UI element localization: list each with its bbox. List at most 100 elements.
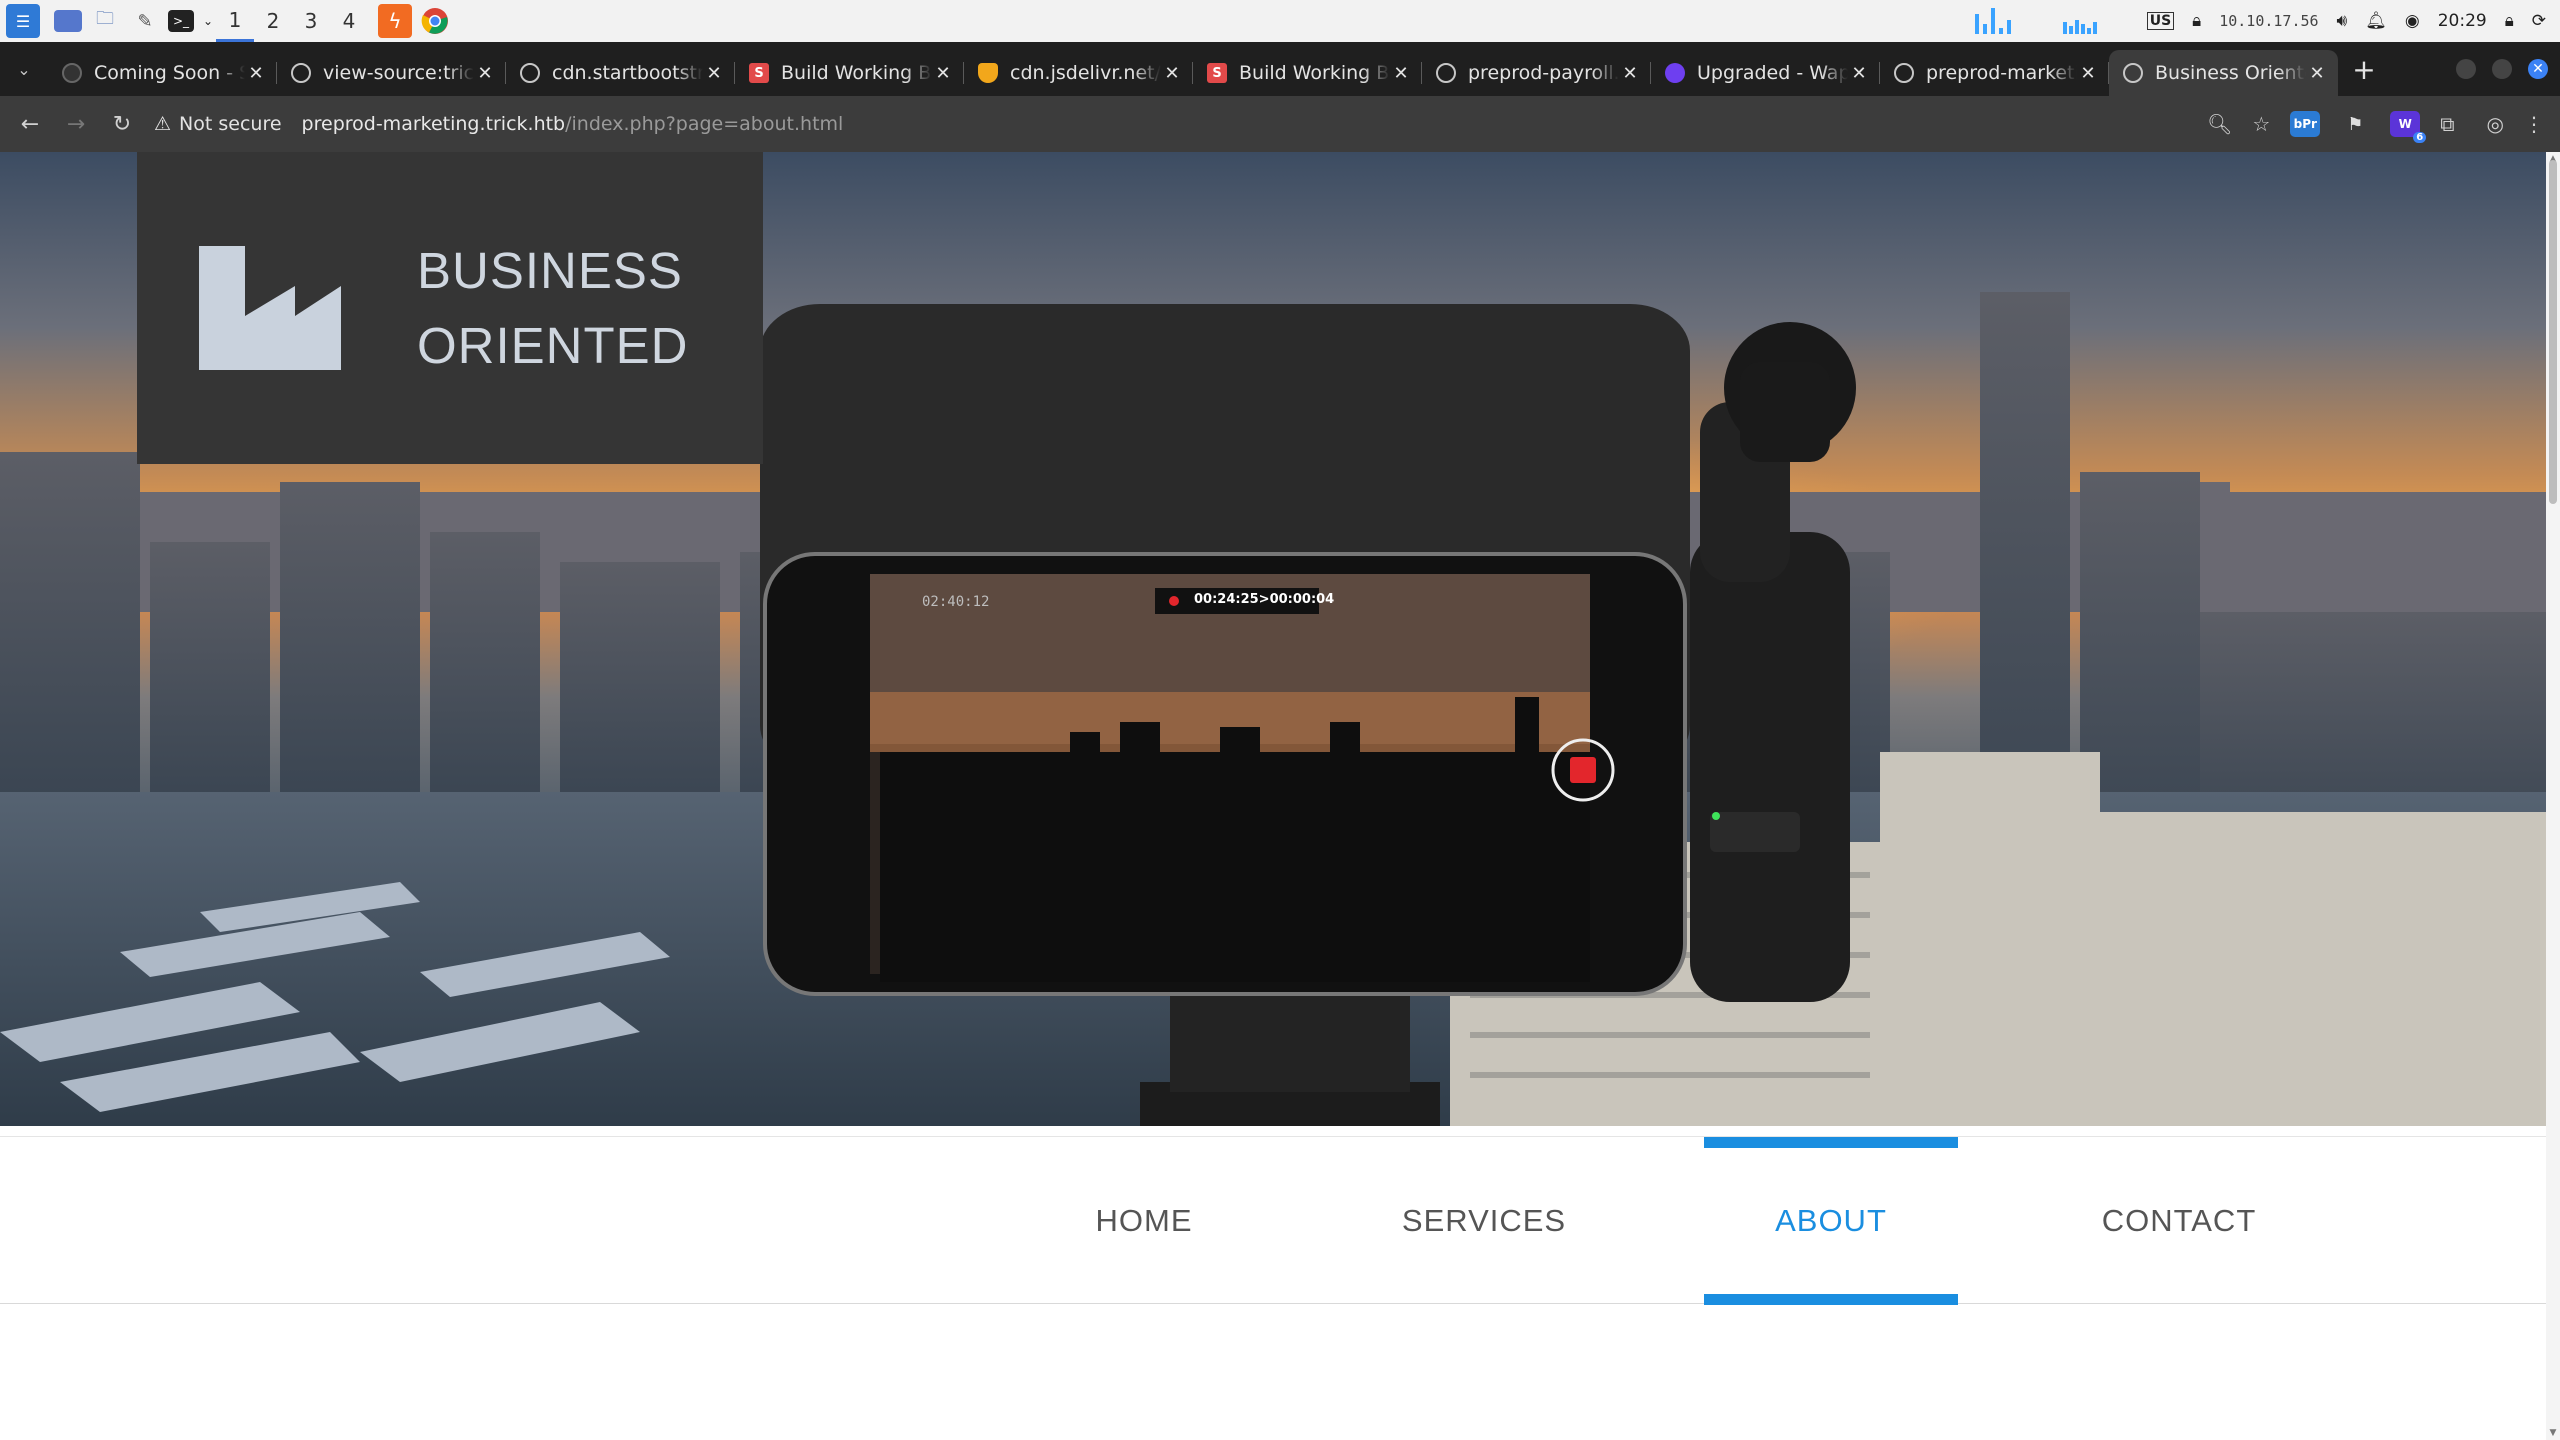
tab-10[interactable]: Business Oriented✕ (2109, 50, 2338, 96)
workspace-4[interactable]: 4 (330, 0, 368, 42)
s-icon: S (1207, 63, 1227, 83)
tab-title: view-source:trick.htb (323, 62, 474, 84)
wappalyzer-icon (1665, 63, 1685, 83)
extension-proxy-icon[interactable]: bPr (2290, 111, 2321, 137)
tab-strip: ⌄ Coming Soon - Single Page✕view-source:… (0, 42, 2560, 96)
tab-close-icon[interactable]: ✕ (1390, 62, 1412, 84)
main-navigation: HOME SERVICES ABOUT CONTACT (0, 1136, 2546, 1305)
globe-icon (520, 63, 540, 83)
nav-home[interactable]: HOME (1062, 1137, 1226, 1305)
tab-8[interactable]: Upgraded - Wappalyzer✕ (1651, 50, 1880, 96)
extensions-puzzle-icon[interactable]: ⧉ (2440, 112, 2454, 136)
extension-flag-icon[interactable]: ⚑ (2340, 111, 2370, 137)
tab-3[interactable]: cdn.startbootstrap.com✕ (506, 50, 735, 96)
zoom-icon[interactable]: 🔍︎ (2207, 112, 2232, 136)
menu-kebab-icon[interactable]: ⋮ (2524, 112, 2544, 136)
maximize-button[interactable] (2492, 59, 2512, 79)
reload-button[interactable]: ↻ (100, 102, 144, 146)
terminal-icon[interactable]: >_ (168, 10, 194, 32)
brand-line-1: BUSINESS (417, 242, 683, 299)
power-manager-icon[interactable]: ◉ (2405, 11, 2420, 31)
kali-menu-icon[interactable]: ☰ (6, 4, 40, 38)
tab-1[interactable]: Coming Soon - Single Page✕ (48, 50, 277, 96)
tab-search-icon[interactable]: ⌄ (0, 42, 48, 96)
tab-close-icon[interactable]: ✕ (703, 62, 725, 84)
address-bar[interactable]: ⚠ Not secure preprod-marketing.trick.htb… (154, 104, 2207, 144)
scroll-down-icon[interactable]: ▼ (2546, 1426, 2560, 1440)
back-button[interactable]: ← (8, 102, 52, 146)
tab-7[interactable]: preprod-payroll.trick.htb✕ (1422, 50, 1651, 96)
brand-name: BUSINESS ORIENTED (417, 233, 689, 383)
nav-about[interactable]: ABOUT (1704, 1137, 1958, 1305)
tab-4[interactable]: S Build Working Bootstrap✕ (735, 50, 964, 96)
globe-icon (1894, 63, 1914, 83)
shield-icon (978, 63, 998, 83)
brand-line-2: ORIENTED (417, 317, 689, 374)
text-editor-icon[interactable]: ✎ (128, 4, 162, 38)
extension-wappalyzer-icon[interactable]: W6 (2390, 111, 2427, 143)
globe-icon (291, 63, 311, 83)
tab-close-icon[interactable]: ✕ (1848, 62, 1870, 84)
vpn-lock-icon: 🔒︎ (2192, 11, 2202, 31)
tab-title: Upgraded - Wappalyzer (1697, 62, 1848, 84)
tab-6[interactable]: S Build Working Bootstrap✕ (1193, 50, 1422, 96)
screen-lock-icon[interactable]: 🔒︎ (2505, 11, 2514, 31)
tab-5[interactable]: cdn.jsdelivr.net/npm✕ (964, 50, 1193, 96)
web-page: 02:40:12 00:24:25>00:00:04 BUSINESS ORIE… (0, 152, 2560, 1440)
profile-icon[interactable]: ◎ (2487, 112, 2504, 136)
tab-title: Coming Soon - Single Page (94, 62, 245, 84)
page-scrollbar[interactable]: ▲ ▼ (2546, 152, 2560, 1440)
workspace-1[interactable]: 1 (216, 0, 254, 42)
ip-address: 10.10.17.56 (2219, 12, 2319, 30)
tab-close-icon[interactable]: ✕ (245, 62, 267, 84)
tab-close-icon[interactable]: ✕ (932, 62, 954, 84)
workspace-3[interactable]: 3 (292, 0, 330, 42)
tab-close-icon[interactable]: ✕ (2306, 62, 2328, 84)
clock[interactable]: 20:29 (2438, 11, 2487, 31)
security-chip[interactable]: ⚠ Not secure (154, 113, 282, 135)
tab-title: Build Working Bootstrap (781, 62, 932, 84)
terminal-dropdown-icon[interactable]: ⌄ (200, 4, 216, 38)
phone-record-timer: 00:24:25>00:00:04 (1194, 592, 1335, 607)
show-desktop-icon[interactable] (54, 10, 82, 32)
forward-button[interactable]: → (54, 102, 98, 146)
burpsuite-icon[interactable]: ϟ (378, 4, 412, 38)
nav-contact[interactable]: CONTACT (2084, 1137, 2274, 1305)
s-icon: S (749, 63, 769, 83)
tab-9[interactable]: preprod-marketing.trick.htb✕ (1880, 50, 2109, 96)
notification-bell-icon[interactable]: 🔔︎ (2365, 11, 2387, 31)
close-window-button[interactable]: ✕ (2528, 59, 2548, 79)
network-graph (2059, 8, 2129, 34)
extension-badge: 6 (2413, 132, 2427, 143)
logout-icon[interactable]: ⟳ (2532, 11, 2546, 31)
globe-icon (2123, 63, 2143, 83)
minimize-button[interactable] (2456, 59, 2476, 79)
chrome-icon[interactable] (418, 4, 452, 38)
tab-close-icon[interactable]: ✕ (1161, 62, 1183, 84)
volume-icon[interactable]: 🔊︎ (2337, 11, 2348, 31)
file-manager-icon[interactable]: 🗀 (88, 4, 122, 38)
url-path: /index.php?page=about.html (565, 113, 844, 135)
tab-title: Business Oriented (2155, 62, 2306, 84)
nav-services[interactable]: SERVICES (1392, 1137, 1576, 1305)
tab-title: cdn.startbootstrap.com (552, 62, 703, 84)
tab-title: cdn.jsdelivr.net/npm (1010, 62, 1161, 84)
bookmark-star-icon[interactable]: ☆ (2252, 112, 2270, 136)
tab-2[interactable]: view-source:trick.htb✕ (277, 50, 506, 96)
workspace-2[interactable]: 2 (254, 0, 292, 42)
factory-logo-icon (199, 246, 341, 370)
tab-close-icon[interactable]: ✕ (474, 62, 496, 84)
phone-battery-readout: 02:40:12 (922, 594, 990, 610)
keyboard-layout[interactable]: US (2146, 12, 2175, 30)
hero-image: 02:40:12 00:24:25>00:00:04 BUSINESS ORIE… (0, 152, 2546, 1126)
tab-title: preprod-payroll.trick.htb (1468, 62, 1619, 84)
globe-icon (1436, 63, 1456, 83)
tab-title: Build Working Bootstrap (1239, 62, 1390, 84)
scrollbar-thumb[interactable] (2549, 160, 2557, 504)
cpu-graph (1971, 8, 2041, 34)
tab-close-icon[interactable]: ✕ (2077, 62, 2099, 84)
os-top-panel: ☰ 🗀 ✎ >_ ⌄ 1 2 3 4 ϟ US 🔒︎ 10.10.17.56 🔊… (0, 0, 2560, 42)
new-tab-button[interactable]: + (2342, 47, 2386, 91)
brand-logo-box[interactable]: BUSINESS ORIENTED (137, 152, 763, 464)
tab-close-icon[interactable]: ✕ (1619, 62, 1641, 84)
